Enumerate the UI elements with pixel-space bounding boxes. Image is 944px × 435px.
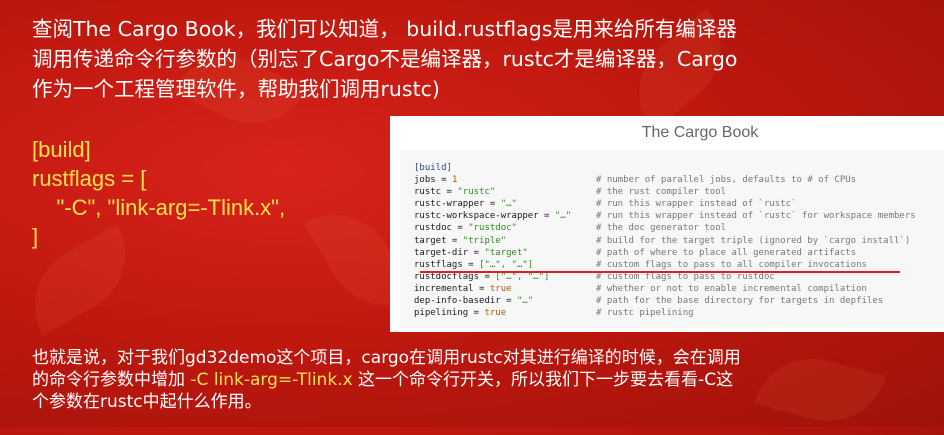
explanation-text-part: 这一个命令行开关，所以我们下一步要去看看-C这 <box>352 370 734 390</box>
config-line: rustflags = [ <box>32 166 147 191</box>
intro-text: 查阅The Cargo Book，我们可以知道， build.rustflags… <box>32 14 892 104</box>
config-key: rustc-workspace-wrapper = <box>414 211 555 222</box>
config-value: "…" <box>554 211 572 222</box>
code-section: [build] <box>414 163 452 173</box>
config-key: rustdocflags = <box>414 271 496 282</box>
config-value: "…" <box>500 199 517 210</box>
code-comment: # path for the base directory for target… <box>596 296 884 307</box>
config-key: dep-info-basedir = <box>414 296 517 307</box>
cargo-book-title: The Cargo Book <box>641 124 759 141</box>
explanation-text: 也就是说，对于我们gd32demo这个项目，cargo在调用rustc对其进行编… <box>32 347 912 413</box>
explanation-line: 也就是说，对于我们gd32demo这个项目，cargo在调用rustc对其进行编… <box>32 348 741 368</box>
config-key: pipelining = <box>414 308 485 319</box>
code-comment: # custom flags to pass to all compiler i… <box>596 259 867 270</box>
code-comment: # path of where to place all generated a… <box>596 247 857 258</box>
red-underline <box>420 271 900 273</box>
code-comment: # the doc generator tool <box>596 223 727 234</box>
config-value: "triple" <box>462 235 507 246</box>
config-value: ["…", "…"] <box>495 271 550 282</box>
code-row: rustdoc = "rustdoc" <box>414 222 571 234</box>
code-row: rustc = "rustc" <box>414 186 571 198</box>
code-row: dep-info-basedir = "…" <box>414 295 571 307</box>
config-line: ] <box>32 224 39 249</box>
config-value: true <box>489 283 512 294</box>
explanation-line: 的命令行参数中增加 -C link-arg=-Tlink.x 这一个命令行开关，… <box>32 369 912 391</box>
config-key: incremental = <box>414 283 490 294</box>
code-comment: # number of parallel jobs, defaults to #… <box>596 175 857 186</box>
code-row: rustc-workspace-wrapper = "…" <box>414 210 571 222</box>
config-key: target-dir = <box>414 247 485 258</box>
code-comment: # run this wrapper instead of `rustc` fo… <box>596 211 916 222</box>
code-comment: # run this wrapper instead of `rustc` <box>596 199 797 210</box>
code-comment: # the rust compiler tool <box>596 187 727 198</box>
config-key: jobs = <box>414 175 452 186</box>
code-comment: # whether or not to enable incremental c… <box>596 283 867 294</box>
code-keys: [build] jobs = 1 rustc = "rustc" rustc-wra… <box>414 162 571 319</box>
code-row: jobs = 1 <box>414 174 571 186</box>
explanation-text-part: 的命令行参数中增加 <box>32 370 191 390</box>
config-value: true <box>484 308 507 319</box>
intro-line: 调用传递命令行参数的（别忘了Cargo不是编译器，rustc才是编译器，Carg… <box>32 47 738 71</box>
config-value: "…" <box>516 296 534 307</box>
config-value: "target" <box>484 247 528 258</box>
code-row: pipelining = true <box>414 307 571 319</box>
config-value: "rustdoc" <box>468 223 517 234</box>
config-value: ["…", "…"] <box>479 259 534 270</box>
config-value: 1 <box>451 175 458 186</box>
highlighted-flag: -C link-arg=-Tlink.x <box>190 370 353 390</box>
rustflags-config: [build] rustflags = [ "-C", "link-arg=-T… <box>32 135 285 251</box>
config-value: "rustc" <box>457 187 496 198</box>
comment-spacer <box>596 162 916 174</box>
intro-line: 查阅The Cargo Book，我们可以知道， build.rustflags… <box>32 17 737 41</box>
code-comment: # build for the target triple (ignored b… <box>596 235 911 246</box>
config-key: rustc-wrapper = <box>414 199 501 210</box>
explanation-line: 个参数在rustc中起什么作用。 <box>32 392 262 412</box>
code-row: rustc-wrapper = "…" <box>414 198 571 210</box>
config-key: rustc = <box>414 187 458 198</box>
intro-line: 作为一个工程管理软件，帮助我们调用rustc) <box>32 77 440 101</box>
config-key: rustflags = <box>414 259 480 270</box>
config-line: [build] <box>32 137 91 162</box>
code-row: target-dir = "target" <box>414 247 571 259</box>
code-comment: # rustc pipelining <box>596 308 694 319</box>
cargo-book-screenshot: The Cargo Book [build] jobs = 1 rustc = "… <box>390 116 944 332</box>
config-line: "-C", "link-arg=-Tlink.x", <box>32 195 286 220</box>
config-key: rustdoc = <box>414 223 469 234</box>
code-row: target = "triple" <box>414 235 571 247</box>
code-row: incremental = true <box>414 283 571 295</box>
code-comments: # number of parallel jobs, defaults to #… <box>596 162 916 319</box>
config-key: target = <box>414 235 463 246</box>
code-row: rustflags = ["…", "…"] <box>414 259 571 271</box>
